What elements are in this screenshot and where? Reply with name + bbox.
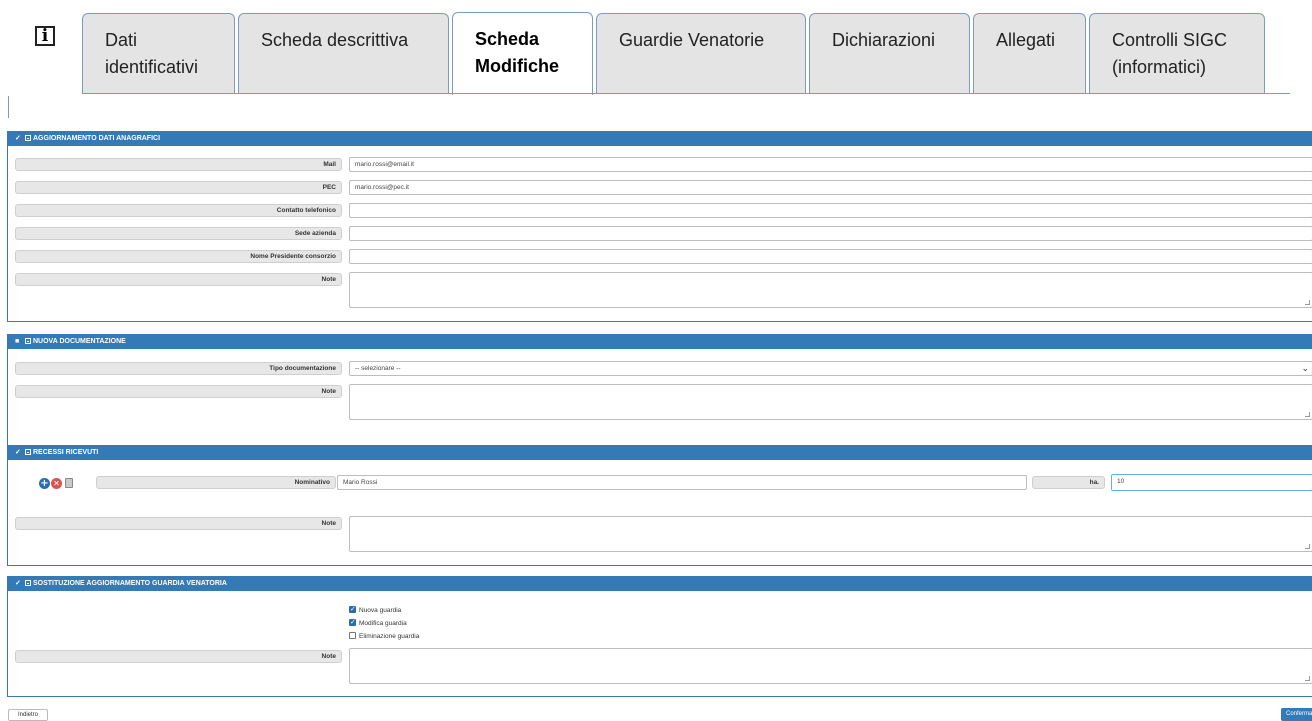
tab-label: Guardie Venatorie <box>619 30 765 50</box>
tab-label: Controlli SIGC (informatici) <box>1112 30 1228 77</box>
label-tipo-documentazione: Tipo documentazione <box>15 362 342 375</box>
tab-scheda-modifiche[interactable]: Scheda Modifiche <box>452 12 593 95</box>
option-nuova-guardia[interactable]: Nuova guardia <box>349 605 402 615</box>
tab-controlli-sigc[interactable]: Controlli SIGC (informatici) <box>1089 13 1265 94</box>
note-textarea[interactable] <box>349 384 1312 420</box>
presidente-input[interactable] <box>349 249 1312 264</box>
section-title: AGGIORNAMENTO DATI ANAGRAFICI <box>33 135 161 142</box>
note-textarea[interactable] <box>349 648 1312 684</box>
tab-label: Scheda descrittiva <box>261 30 409 50</box>
option-label: Modifica guardia <box>359 620 407 627</box>
section-header[interactable]: ✓ RECESSI RICEVUTI <box>8 445 1312 460</box>
label-ha: ha. <box>1032 476 1105 489</box>
note-textarea[interactable] <box>349 272 1312 308</box>
ha-input[interactable]: 10 <box>1111 474 1312 491</box>
option-modifica-guardia[interactable]: Modifica guardia <box>349 618 407 628</box>
section-nuova-documentazione: ■ NUOVA DOCUMENTAZIONE Tipo documentazion… <box>7 334 1312 462</box>
collapse-icon[interactable] <box>25 580 31 586</box>
label-mail: Mail <box>15 158 342 171</box>
label-note: Note <box>15 273 342 286</box>
content-border <box>8 96 9 118</box>
section-title: RECESSI RICEVUTI <box>33 449 99 456</box>
nominativo-input[interactable]: Mario Rossi <box>337 475 1027 490</box>
tab-label: Dati identificativi <box>105 30 199 77</box>
option-label: Eliminazione guardia <box>359 633 420 640</box>
label-sede-azienda: Sede azienda <box>15 227 342 240</box>
back-button[interactable]: Indietro <box>8 709 48 721</box>
trash-icon[interactable] <box>65 478 73 488</box>
square-mark-icon: ■ <box>15 338 20 345</box>
add-row-icon[interactable]: + <box>39 478 50 489</box>
chevron-down-icon: ⌄ <box>1301 363 1309 373</box>
checkmark-icon: ✓ <box>15 449 21 456</box>
section-title: SOSTITUZIONE AGGIORNAMENTO GUARDIA VENAT… <box>33 580 227 587</box>
section-header[interactable]: ■ NUOVA DOCUMENTAZIONE <box>8 334 1312 349</box>
tab-dichiarazioni[interactable]: Dichiarazioni <box>809 13 970 94</box>
tab-dati-identificativi[interactable]: Dati identificativi <box>82 13 235 94</box>
option-eliminazione-guardia[interactable]: Eliminazione guardia <box>349 632 419 641</box>
sede-input[interactable] <box>349 226 1312 241</box>
label-contatto-telefonico: Contatto telefonico <box>15 204 342 217</box>
collapse-icon[interactable] <box>25 135 31 141</box>
tab-allegati[interactable]: Allegati <box>973 13 1086 94</box>
checkbox[interactable] <box>349 605 356 614</box>
confirm-button[interactable]: Conferma <box>1281 708 1312 721</box>
section-header[interactable]: ✓ SOSTITUZIONE AGGIORNAMENTO GUARDIA VENA… <box>8 576 1312 591</box>
checkmark-icon: ✓ <box>15 580 21 587</box>
phone-input[interactable] <box>349 203 1312 218</box>
label-note: Note <box>15 517 342 530</box>
collapse-icon[interactable] <box>25 449 31 455</box>
info-icon[interactable]: i <box>35 26 55 46</box>
checkbox[interactable] <box>349 618 356 627</box>
remove-row-icon[interactable]: ✕ <box>51 478 62 489</box>
pec-input[interactable]: mario.rossi@pec.it <box>349 180 1312 195</box>
tab-guardie-venatorie[interactable]: Guardie Venatorie <box>596 13 806 94</box>
label-note: Note <box>15 385 342 398</box>
section-sostituzione-guardia-venatoria: ✓ SOSTITUZIONE AGGIORNAMENTO GUARDIA VENA… <box>7 576 1312 697</box>
checkbox[interactable] <box>349 632 356 639</box>
label-note: Note <box>15 650 342 663</box>
tab-scheda-descrittiva[interactable]: Scheda descrittiva <box>238 13 449 94</box>
mail-input[interactable]: mario.rossi@email.it <box>349 157 1312 172</box>
section-header[interactable]: ✓ AGGIORNAMENTO DATI ANAGRAFICI <box>8 131 1312 146</box>
tab-label: Allegati <box>996 30 1056 50</box>
select-value: -- selezionare -- <box>355 365 401 372</box>
label-nominativo: Nominativo <box>96 476 336 489</box>
tab-label: Scheda Modifiche <box>475 29 559 76</box>
note-textarea[interactable] <box>349 516 1312 552</box>
option-label: Nuova guardia <box>359 607 402 614</box>
section-recessi-ricevuti: ✓ RECESSI RICEVUTI + ✕ Nominativo Mario Ro… <box>7 445 1312 566</box>
collapse-icon[interactable] <box>25 338 31 344</box>
label-nome-presidente: Nome Presidente consorzio <box>15 250 342 263</box>
label-pec: PEC <box>15 181 342 194</box>
row-actions: + ✕ <box>39 478 74 490</box>
tab-divider <box>82 93 1290 94</box>
checkmark-icon: ✓ <box>15 135 21 142</box>
section-aggiornamento-dati-anagrafici: ✓ AGGIORNAMENTO DATI ANAGRAFICI Mail mari… <box>7 131 1312 322</box>
tipo-documentazione-select[interactable]: -- selezionare -- ⌄ <box>349 361 1312 376</box>
section-title: NUOVA DOCUMENTAZIONE <box>33 338 126 345</box>
tab-label: Dichiarazioni <box>832 30 936 50</box>
